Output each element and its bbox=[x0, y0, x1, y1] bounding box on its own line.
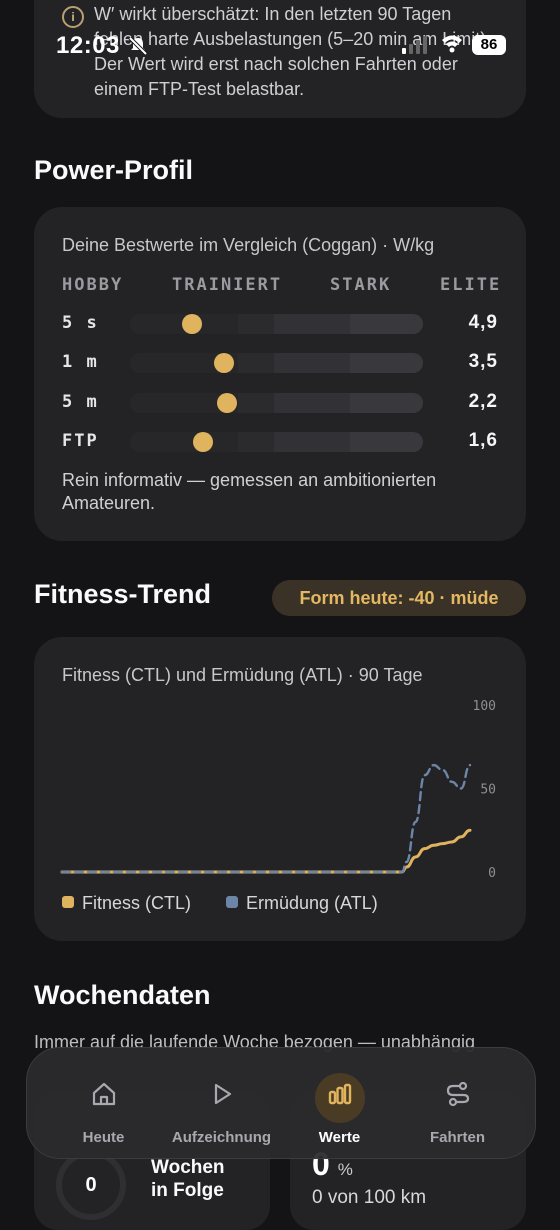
goal-progress-text: 0 von 100 km bbox=[312, 1187, 427, 1208]
fitness-trend-title: Fitness-Trend bbox=[34, 579, 212, 609]
nav-aufzeichnung-label: Aufzeichnung bbox=[171, 1129, 272, 1146]
power-row-value: 4,9 bbox=[468, 312, 498, 333]
level-hobby: HOBBY bbox=[62, 275, 124, 295]
legend-atl-label: Ermüdung (ATL) bbox=[246, 893, 378, 913]
play-icon bbox=[214, 1083, 231, 1105]
legend-ctl-swatch bbox=[62, 896, 74, 909]
legend-atl: Ermüdung (ATL) bbox=[226, 893, 378, 914]
power-row-value: 1,6 bbox=[468, 430, 498, 451]
power-row-label: 1 m bbox=[62, 352, 99, 372]
level-trainiert: TRAINIERT bbox=[172, 275, 283, 295]
form-today-badge: Form heute: -40 · müde bbox=[272, 580, 526, 616]
info-icon: i bbox=[62, 6, 84, 28]
nav-heute-label: Heute bbox=[82, 1129, 125, 1146]
power-row-dot bbox=[216, 393, 237, 413]
y-tick-label: 0 bbox=[488, 866, 496, 881]
power-row-dot bbox=[181, 314, 202, 334]
y-tick-label: 100 bbox=[473, 699, 496, 714]
legend-ctl-label: Fitness (CTL) bbox=[82, 893, 192, 913]
fitness-trend-card: Fitness (CTL) und Ermüdung (ATL) · 90 Ta… bbox=[34, 637, 526, 941]
w-prime-warning-card: i W′ wirkt überschätzt: In den letzten 9… bbox=[34, 0, 526, 118]
nav-werte-label: Werte bbox=[318, 1129, 361, 1146]
power-row-label: FTP bbox=[62, 431, 99, 451]
level-stark: STARK bbox=[330, 275, 392, 295]
warning-text: W′ wirkt überschätzt: In den letzten 90 … bbox=[94, 4, 492, 99]
home-icon bbox=[92, 1082, 115, 1106]
nav-fahrten-label: Fahrten bbox=[429, 1129, 485, 1146]
power-row-label: 5 m bbox=[62, 392, 99, 412]
goal-percent-unit: % bbox=[337, 1160, 353, 1179]
power-profile-subtitle: Deine Bestwerte im Vergleich (Coggan) · … bbox=[62, 235, 435, 255]
y-tick-label: 50 bbox=[480, 783, 496, 798]
power-profile-card: Deine Bestwerte im Vergleich (Coggan) · … bbox=[34, 207, 526, 541]
power-row-label: 5 s bbox=[62, 313, 99, 333]
power-row-track bbox=[130, 314, 423, 334]
power-row-track bbox=[130, 432, 423, 452]
atl-series-line bbox=[60, 763, 472, 874]
route-icon bbox=[446, 1081, 469, 1107]
streak-label: Wochen in Folge bbox=[151, 1156, 225, 1202]
fitness-chart: 100 50 0 bbox=[60, 699, 496, 881]
streak-ring: 0 bbox=[56, 1150, 126, 1220]
nav-werte[interactable]: Werte bbox=[276, 1048, 403, 1158]
level-elite: ELITE bbox=[440, 275, 502, 295]
legend-atl-swatch bbox=[226, 896, 238, 909]
legend-ctl: Fitness (CTL) bbox=[62, 893, 191, 914]
power-row-track bbox=[130, 353, 423, 373]
nav-heute[interactable]: Heute bbox=[40, 1048, 167, 1158]
chart-bars-icon bbox=[328, 1083, 351, 1105]
weekly-data-title: Wochendaten bbox=[34, 980, 211, 1010]
power-row-track bbox=[130, 393, 423, 413]
power-profile-title: Power-Profil bbox=[34, 155, 194, 185]
streak-label-line1: Wochen bbox=[151, 1157, 225, 1178]
bottom-navigation: Heute Aufzeichnung Werte Fahrten bbox=[26, 1047, 536, 1159]
power-row-dot bbox=[213, 353, 234, 373]
power-profile-note: Rein informativ — gemessen an ambitionie… bbox=[62, 470, 437, 513]
nav-fahrten[interactable]: Fahrten bbox=[394, 1048, 521, 1158]
nav-aufzeichnung[interactable]: Aufzeichnung bbox=[158, 1048, 285, 1158]
streak-label-line2: in Folge bbox=[151, 1180, 224, 1201]
power-row-value: 3,5 bbox=[468, 351, 498, 372]
power-row-value: 2,2 bbox=[468, 391, 498, 412]
ctl-series-line bbox=[60, 828, 472, 874]
